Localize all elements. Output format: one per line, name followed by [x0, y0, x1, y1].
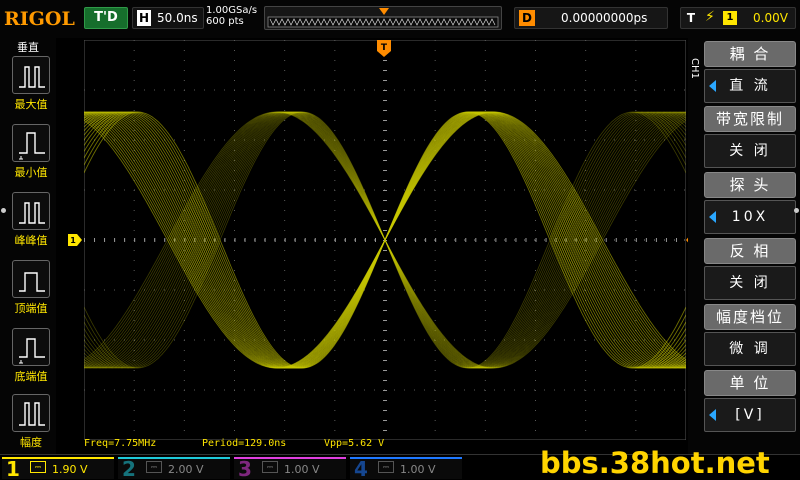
trigger-source: 1: [723, 11, 737, 25]
dc-coupling-icon: ⎓: [30, 461, 46, 473]
menu-value-text: 关 闭: [729, 143, 771, 159]
horizontal-label: H: [137, 10, 151, 26]
menu-value-text: 10X: [731, 209, 769, 225]
menu-header-1[interactable]: 耦 合: [704, 41, 796, 67]
channel-number: 3: [238, 457, 252, 480]
trigger-position-marker[interactable]: T: [377, 40, 391, 58]
channel-3-indicator[interactable]: 3 ⎓ 1.00 V: [234, 457, 346, 480]
dc-coupling-icon: ⎓: [262, 461, 278, 473]
menu-value-text: [V]: [735, 407, 765, 423]
left-menu-label: 峰峰值: [14, 234, 48, 247]
trigger-level-value: 0.00V: [753, 11, 788, 25]
trigger-box[interactable]: T ⚡ 1 0.00V: [680, 7, 796, 29]
run-mode-badge[interactable]: T'D: [84, 7, 128, 29]
period-readout: Period=129.0ns: [202, 438, 287, 449]
menu-header-2[interactable]: 带宽限制: [704, 106, 796, 132]
menu-value-1[interactable]: 直 流: [704, 69, 796, 103]
left-arrow-icon: [709, 211, 716, 223]
dc-coupling-icon: ⎓: [146, 461, 162, 473]
delay-box[interactable]: D 0.00000000ps: [514, 7, 668, 29]
left-menu-label: 底端值: [14, 370, 48, 383]
menu-value-text: 微 调: [729, 341, 771, 357]
menu-value-text: 直 流: [729, 78, 771, 94]
right-panel-dot: [794, 208, 799, 213]
frequency-readout: Freq=7.75MHz: [84, 438, 157, 449]
ch1-reference-marker[interactable]: 1: [68, 234, 82, 246]
channel-number: 1: [6, 457, 20, 480]
left-menu-label: 最大值: [14, 98, 48, 111]
menu-value-3[interactable]: 10X: [704, 200, 796, 234]
left-menu-label: 幅度: [20, 436, 42, 449]
menu-value-6[interactable]: [V]: [704, 398, 796, 432]
timebase-value: 50.0ns: [157, 11, 198, 25]
rising-edge-icon: ⚡: [705, 9, 715, 25]
menu-header-4[interactable]: 反 相: [704, 238, 796, 264]
amplitude-icon: [12, 394, 50, 432]
channel-number: 4: [354, 457, 368, 480]
left-measure-menu: 垂直 最大值最小值峰峰值顶端值底端值幅度: [0, 38, 56, 456]
max-value-icon: [12, 56, 50, 94]
trigger-label: T: [686, 11, 696, 25]
dc-coupling-icon: ⎓: [378, 461, 394, 473]
channel-number: 2: [122, 457, 136, 480]
right-channel-menu: 耦 合直 流带宽限制关 闭探 头 10X 反 相关 闭幅度档位微 调单 位 [V]: [688, 38, 800, 458]
channel-2-indicator[interactable]: 2 ⎓ 2.00 V: [118, 457, 230, 480]
menu-value-5[interactable]: 微 调: [704, 332, 796, 366]
memory-position-strip[interactable]: [264, 6, 502, 30]
timebase-box[interactable]: H 50.0ns: [132, 7, 204, 29]
left-arrow-icon: [709, 409, 716, 421]
left-panel-dot: [1, 208, 6, 213]
channel-scale: 1.00 V: [284, 463, 320, 476]
channel-scale: 2.00 V: [168, 463, 204, 476]
menu-header-5[interactable]: 幅度档位: [704, 304, 796, 330]
channel-scale: 1.00 V: [400, 463, 436, 476]
menu-value-text: 关 闭: [729, 275, 771, 291]
menu-value-2[interactable]: 关 闭: [704, 134, 796, 168]
memory-waveform-preview: [267, 8, 499, 28]
watermark-text: bbs.38hot.net: [540, 446, 770, 480]
acquisition-info: 1.00GSa/s 600 pts: [206, 5, 257, 27]
channel-4-indicator[interactable]: 4 ⎓ 1.00 V: [350, 457, 462, 480]
menu-header-6[interactable]: 单 位: [704, 370, 796, 396]
left-arrow-icon: [709, 80, 716, 92]
vpp-readout: Vpp=5.62 V: [324, 438, 385, 449]
channel-label: CH1: [689, 58, 700, 79]
delay-label: D: [519, 10, 535, 26]
top-value-icon: [12, 260, 50, 298]
left-menu-label: 顶端值: [14, 302, 48, 315]
brand-logo: RIGOL: [4, 8, 75, 30]
delay-value: 0.00000000ps: [561, 11, 648, 25]
menu-header-3[interactable]: 探 头: [704, 172, 796, 198]
memory-depth: 600 pts: [206, 16, 244, 27]
peak-peak-icon: [12, 192, 50, 230]
memory-trigger-marker: [379, 8, 389, 15]
channel-1-indicator[interactable]: 1 ⎓ 1.90 V: [2, 457, 114, 480]
left-menu-label: 最小值: [14, 166, 48, 179]
sample-rate: 1.00GSa/s: [206, 5, 258, 16]
base-value-icon: [12, 328, 50, 366]
trigger-position-text: T: [381, 43, 388, 53]
waveform-display[interactable]: [84, 40, 686, 440]
menu-value-4[interactable]: 关 闭: [704, 266, 796, 300]
svg-text:1: 1: [70, 236, 76, 245]
channel-scale: 1.90 V: [52, 463, 88, 476]
left-menu-title: 垂直: [17, 41, 39, 54]
min-value-icon: [12, 124, 50, 162]
